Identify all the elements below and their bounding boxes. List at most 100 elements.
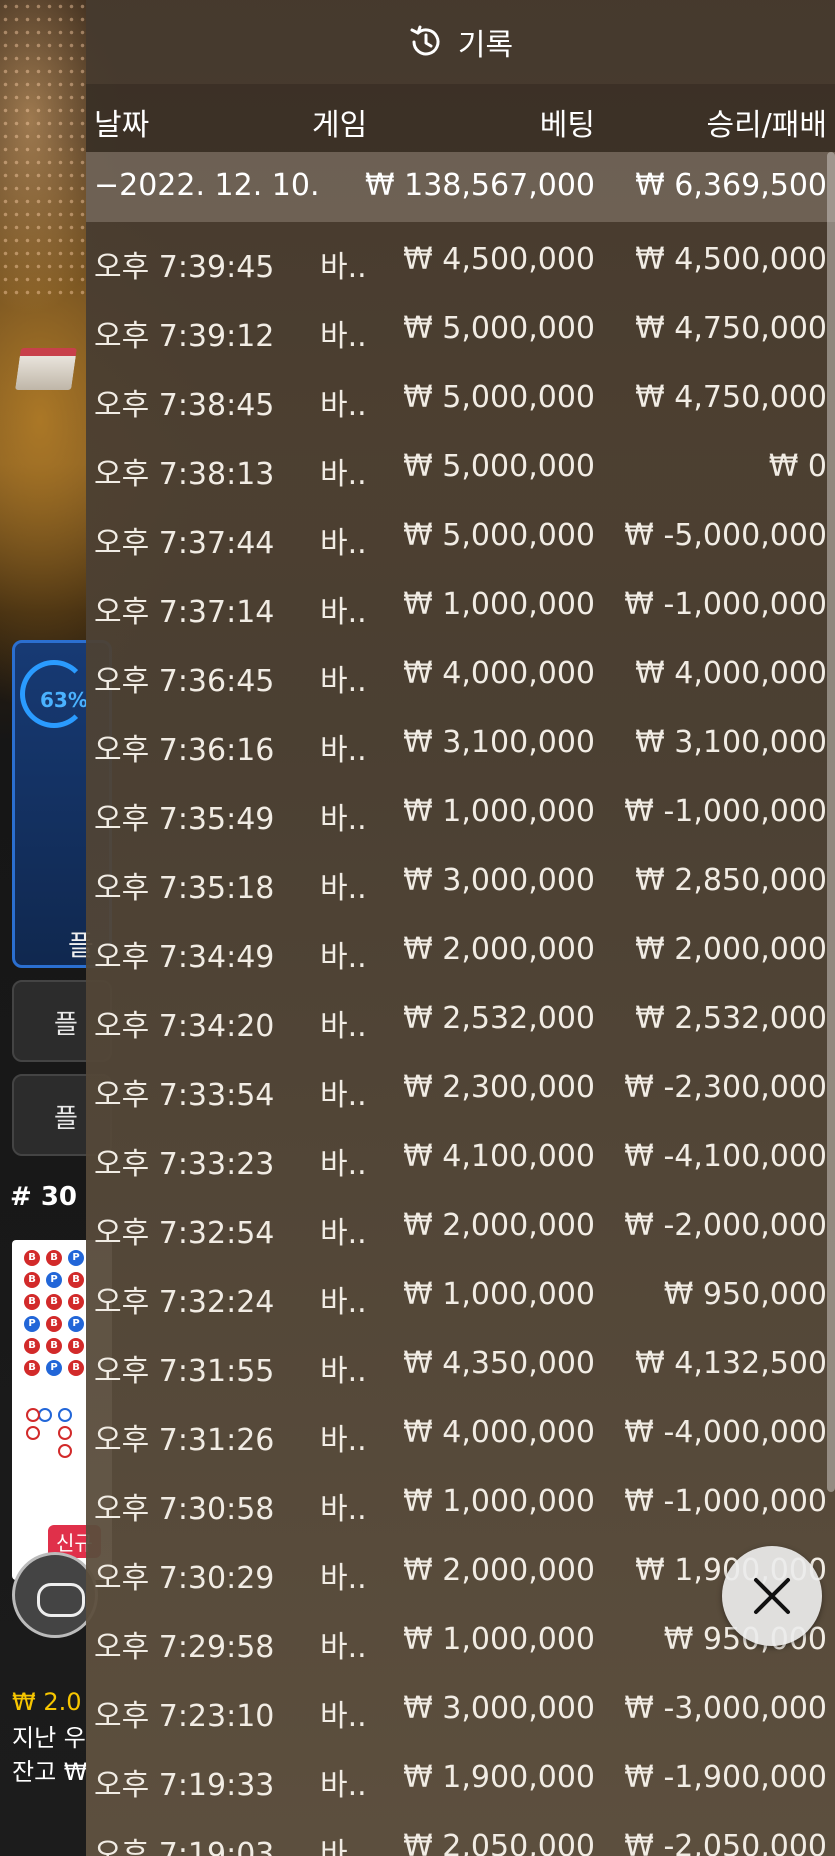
- row-winloss: ₩ 2,000,000: [635, 932, 827, 967]
- row-game: 바..: [320, 1078, 367, 1113]
- row-time: 오후 7:38:45: [94, 388, 275, 423]
- row-winloss: ₩ 4,750,000: [635, 311, 827, 346]
- history-row[interactable]: 오후 7:34:20 바.. ₩ 2,532,000 ₩ 2,532,000: [86, 985, 835, 1054]
- history-row[interactable]: 오후 7:33:23 바.. ₩ 4,100,000 ₩ -4,100,000: [86, 1123, 835, 1192]
- row-game: 바..: [320, 802, 367, 837]
- history-row[interactable]: 오후 7:36:16 바.. ₩ 3,100,000 ₩ 3,100,000: [86, 709, 835, 778]
- column-winloss: 승리/패배: [706, 108, 827, 143]
- history-row[interactable]: 오후 7:19:03 바.. ₩ 2,050,000 ₩ -2,050,000: [86, 1813, 835, 1856]
- history-row[interactable]: 오후 7:32:24 바.. ₩ 1,000,000 ₩ 950,000: [86, 1261, 835, 1330]
- group-bet-total: ₩ 138,567,000: [364, 168, 595, 203]
- history-row[interactable]: 오후 7:30:58 바.. ₩ 1,000,000 ₩ -1,000,000: [86, 1468, 835, 1537]
- chandelier-lights: [0, 0, 90, 300]
- history-row[interactable]: 오후 7:38:13 바.. ₩ 5,000,000 ₩ 0: [86, 433, 835, 502]
- row-game: 바..: [320, 1561, 367, 1596]
- row-game: 바..: [320, 319, 367, 354]
- row-bet: ₩ 2,000,000: [403, 932, 595, 967]
- row-game: 바..: [320, 664, 367, 699]
- row-winloss: ₩ -1,900,000: [624, 1760, 827, 1795]
- row-bet: ₩ 4,100,000: [403, 1139, 595, 1174]
- row-game: 바..: [320, 595, 367, 630]
- play-button-2-label: 플: [54, 1104, 78, 1134]
- row-time: 오후 7:29:58: [94, 1630, 275, 1665]
- row-winloss: ₩ -5,000,000: [624, 518, 827, 553]
- row-bet: ₩ 1,000,000: [403, 1277, 595, 1312]
- row-bet: ₩ 2,532,000: [403, 1001, 595, 1036]
- row-bet: ₩ 4,000,000: [403, 1415, 595, 1450]
- row-winloss: ₩ -2,000,000: [624, 1208, 827, 1243]
- row-bet: ₩ 2,050,000: [403, 1829, 595, 1856]
- progress-text: 63%: [40, 688, 88, 712]
- column-game: 게임: [312, 108, 368, 143]
- row-time: 오후 7:34:20: [94, 1009, 275, 1044]
- history-panel: 기록 날짜 게임 베팅 승리/패배 −2022. 12. 10. ₩ 138,5…: [86, 0, 835, 1856]
- history-row[interactable]: 오후 7:35:49 바.. ₩ 1,000,000 ₩ -1,000,000: [86, 778, 835, 847]
- row-bet: ₩ 3,000,000: [403, 863, 595, 898]
- row-winloss: ₩ 4,000,000: [635, 656, 827, 691]
- row-bet: ₩ 1,000,000: [403, 794, 595, 829]
- row-bet: ₩ 1,900,000: [403, 1760, 595, 1795]
- group-date: −2022. 12. 10.: [94, 168, 320, 203]
- row-time: 오후 7:32:24: [94, 1285, 275, 1320]
- row-bet: ₩ 1,000,000: [403, 1622, 595, 1657]
- history-row[interactable]: 오후 7:35:18 바.. ₩ 3,000,000 ₩ 2,850,000: [86, 847, 835, 916]
- close-button[interactable]: [722, 1546, 822, 1646]
- row-game: 바..: [320, 1768, 367, 1803]
- row-game: 바..: [320, 1285, 367, 1320]
- history-row[interactable]: 오후 7:39:12 바.. ₩ 5,000,000 ₩ 4,750,000: [86, 295, 835, 364]
- date-group-row[interactable]: −2022. 12. 10. ₩ 138,567,000 ₩ 6,369,500: [86, 152, 835, 222]
- row-game: 바..: [320, 526, 367, 561]
- history-row[interactable]: 오후 7:32:54 바.. ₩ 2,000,000 ₩ -2,000,000: [86, 1192, 835, 1261]
- history-row[interactable]: 오후 7:38:45 바.. ₩ 5,000,000 ₩ 4,750,000: [86, 364, 835, 433]
- row-winloss: ₩ 4,132,500: [635, 1346, 827, 1381]
- history-row[interactable]: 오후 7:31:26 바.. ₩ 4,000,000 ₩ -4,000,000: [86, 1399, 835, 1468]
- row-bet: ₩ 4,000,000: [403, 656, 595, 691]
- row-winloss: ₩ -1,000,000: [624, 587, 827, 622]
- row-bet: ₩ 5,000,000: [403, 518, 595, 553]
- history-row[interactable]: 오후 7:19:33 바.. ₩ 1,900,000 ₩ -1,900,000: [86, 1744, 835, 1813]
- row-game: 바..: [320, 1492, 367, 1527]
- row-bet: ₩ 1,000,000: [403, 587, 595, 622]
- history-row[interactable]: 오후 7:37:44 바.. ₩ 5,000,000 ₩ -5,000,000: [86, 502, 835, 571]
- history-row[interactable]: 오후 7:39:45 바.. ₩ 4,500,000 ₩ 4,500,000: [86, 226, 835, 295]
- row-time: 오후 7:39:45: [94, 250, 275, 285]
- row-bet: ₩ 4,350,000: [403, 1346, 595, 1381]
- round-number: # 30: [10, 1182, 78, 1212]
- row-time: 오후 7:30:58: [94, 1492, 275, 1527]
- row-game: 바..: [320, 388, 367, 423]
- row-time: 오후 7:39:12: [94, 319, 275, 354]
- row-winloss: ₩ -2,300,000: [624, 1070, 827, 1105]
- row-winloss: ₩ 0: [768, 449, 827, 484]
- panel-header: 기록: [86, 0, 835, 84]
- history-row[interactable]: 오후 7:29:58 바.. ₩ 1,000,000 ₩ 950,000: [86, 1606, 835, 1675]
- panel-title: 기록: [457, 28, 514, 63]
- group-winloss-total: ₩ 6,369,500: [635, 168, 827, 203]
- row-game: 바..: [320, 871, 367, 906]
- row-game: 바..: [320, 250, 367, 285]
- history-row[interactable]: 오후 7:34:49 바.. ₩ 2,000,000 ₩ 2,000,000: [86, 916, 835, 985]
- history-row[interactable]: 오후 7:23:10 바.. ₩ 3,000,000 ₩ -3,000,000: [86, 1675, 835, 1744]
- row-time: 오후 7:36:16: [94, 733, 275, 768]
- history-row[interactable]: 오후 7:33:54 바.. ₩ 2,300,000 ₩ -2,300,000: [86, 1054, 835, 1123]
- row-bet: ₩ 4,500,000: [403, 242, 595, 277]
- row-winloss: ₩ 2,850,000: [635, 863, 827, 898]
- row-winloss: ₩ 2,532,000: [635, 1001, 827, 1036]
- history-row[interactable]: 오후 7:36:45 바.. ₩ 4,000,000 ₩ 4,000,000: [86, 640, 835, 709]
- scrollbar[interactable]: [827, 152, 835, 1492]
- history-row[interactable]: 오후 7:31:55 바.. ₩ 4,350,000 ₩ 4,132,500: [86, 1330, 835, 1399]
- row-game: 바..: [320, 940, 367, 975]
- row-game: 바..: [320, 1354, 367, 1389]
- row-game: 바..: [320, 457, 367, 492]
- row-bet: ₩ 1,000,000: [403, 1484, 595, 1519]
- row-winloss: ₩ -1,000,000: [624, 794, 827, 829]
- row-game: 바..: [320, 1837, 367, 1856]
- balance-line-1: ₩ 2.0: [12, 1688, 82, 1716]
- history-row[interactable]: 오후 7:37:14 바.. ₩ 1,000,000 ₩ -1,000,000: [86, 571, 835, 640]
- row-winloss: ₩ -3,000,000: [624, 1691, 827, 1726]
- row-bet: ₩ 5,000,000: [403, 380, 595, 415]
- row-game: 바..: [320, 1216, 367, 1251]
- row-time: 오후 7:35:49: [94, 802, 275, 837]
- row-game: 바..: [320, 1147, 367, 1182]
- row-time: 오후 7:19:03: [94, 1837, 275, 1856]
- row-time: 오후 7:33:23: [94, 1147, 275, 1182]
